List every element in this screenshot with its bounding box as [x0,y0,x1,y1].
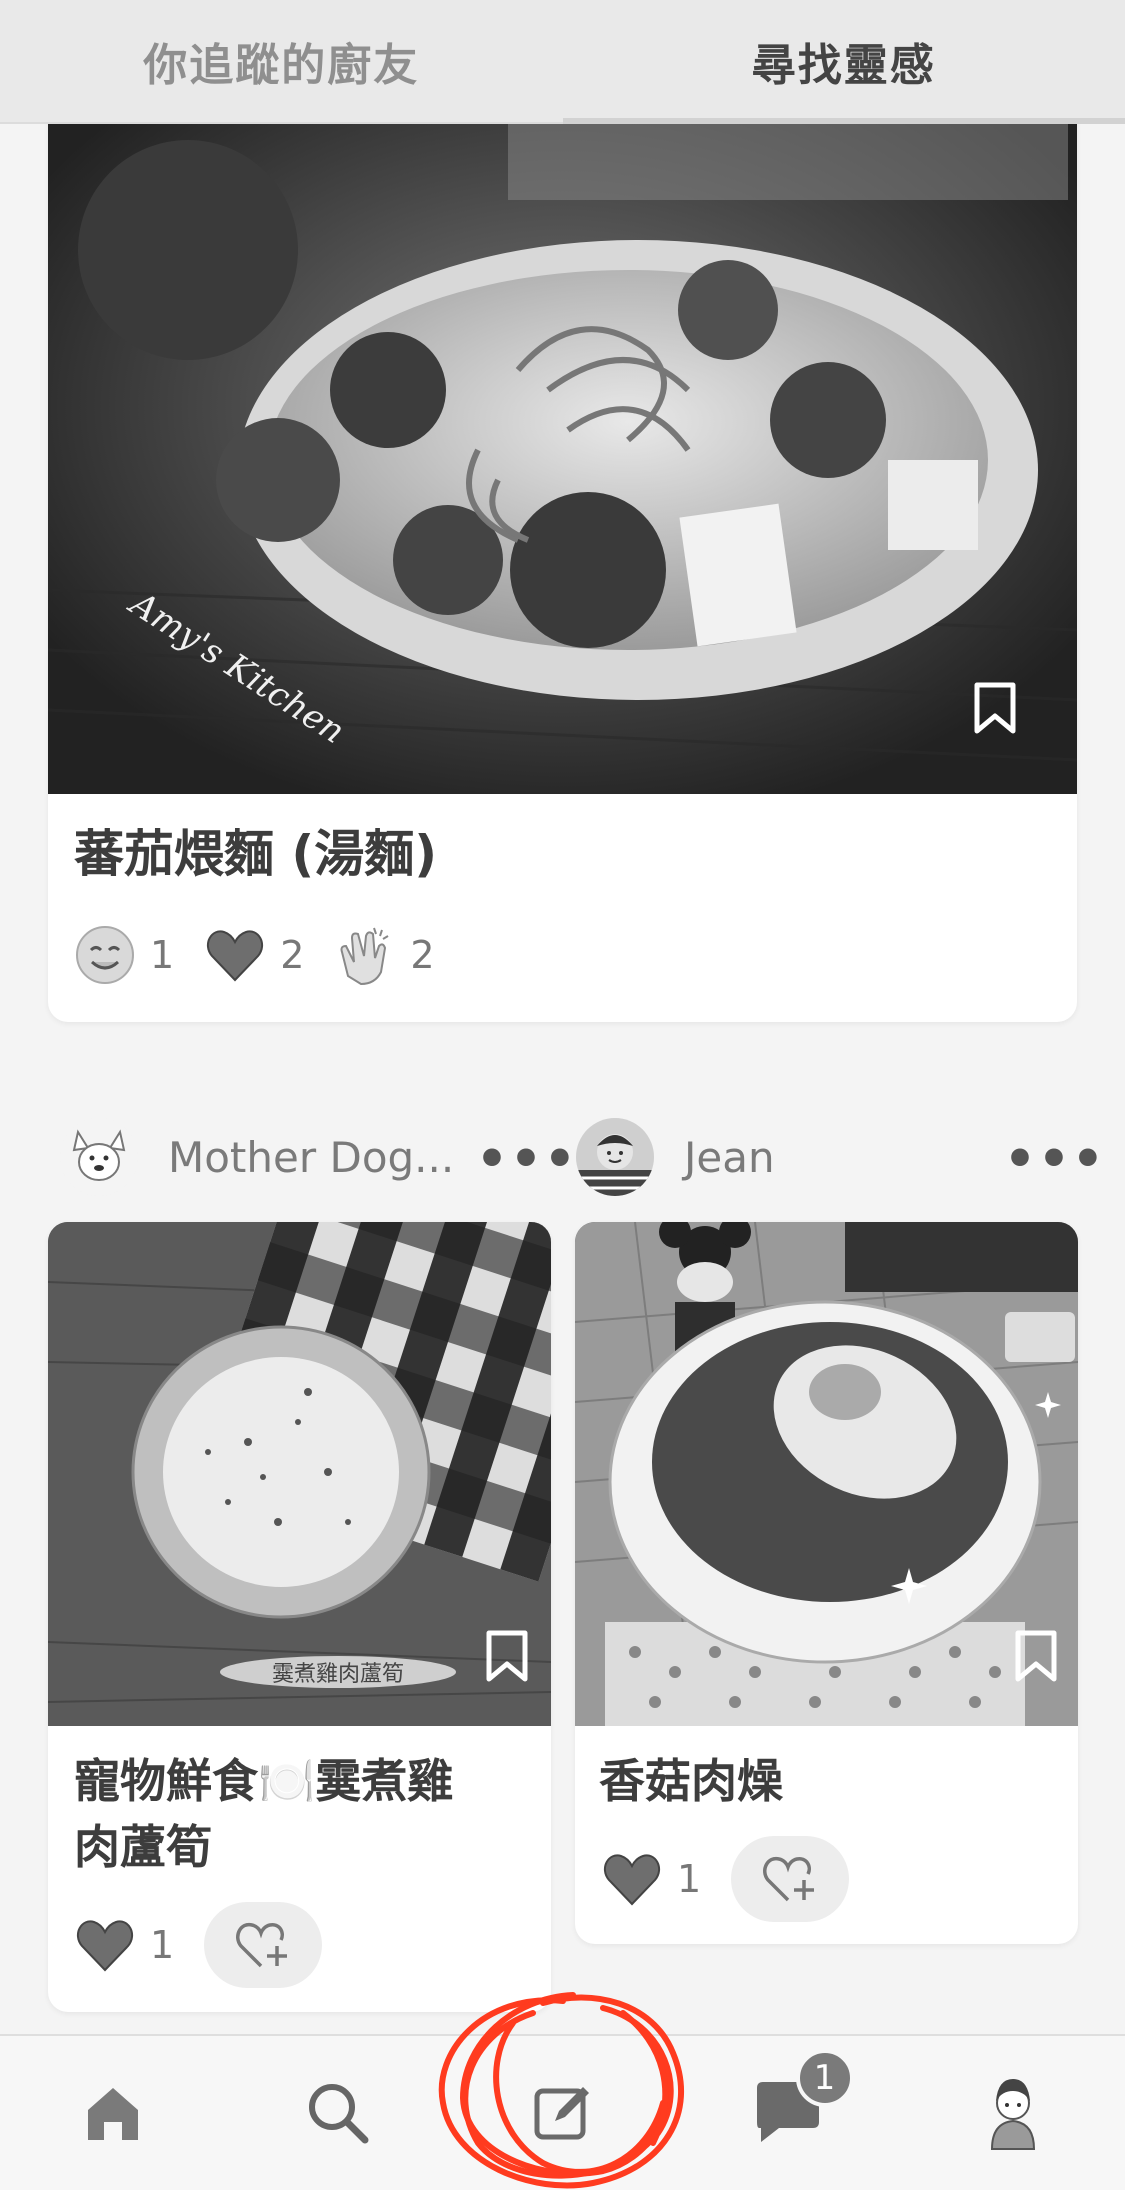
recipe-title[interactable]: 香菇肉燥 [599,1748,783,1814]
photo-caption: 霙煮雞肉蘆筍 [272,1662,404,1687]
bottom-navigation: 1 [0,1992,1125,2190]
chicken-rice-image: 霙煮雞肉蘆筍 [48,1222,551,1726]
pork-rice-bowl-image [575,1222,1078,1726]
nav-home[interactable] [53,2053,173,2173]
reaction-count: 2 [280,933,305,977]
add-reaction-button[interactable] [204,1902,323,1988]
recipe-photo[interactable] [575,1222,1078,1726]
heart-plus-icon [763,1856,815,1902]
reaction-count: 1 [150,1923,175,1967]
reaction-bar: 1 [601,1836,850,1922]
recipe-photo[interactable]: Amy's Kitchen [48,90,1077,794]
reaction-heart[interactable]: 1 [74,1914,174,1976]
author-name[interactable]: Jean [684,1133,775,1182]
author-name[interactable]: Mother Dog... [168,1133,454,1182]
bookmark-icon[interactable] [974,682,1016,734]
recipe-title[interactable]: 蕃茄煨麵 (湯麵) [74,820,437,888]
tab-following[interactable]: 你追蹤的廚友 [0,0,563,122]
compose-icon [534,2087,589,2140]
recipe-card-main[interactable]: Amy's Kitchen 蕃茄煨麵 (湯麵) 1 2 2 [48,90,1077,1022]
reaction-bar: 1 [74,1902,323,1988]
recipe-card[interactable]: 霙煮雞肉蘆筍 寵物鮮食🍽️霙煮雞 肉蘆筍 1 [48,1222,551,2012]
tab-discover[interactable]: 尋找靈感 [562,0,1125,124]
reaction-heart[interactable]: 1 [601,1848,701,1910]
heart-icon [603,1854,661,1906]
dog-avatar-icon [60,1118,138,1196]
home-icon [87,2088,138,2140]
bookmark-icon[interactable] [1015,1630,1057,1682]
post-author[interactable]: Jean [576,1118,775,1196]
reaction-count: 1 [677,1857,702,1901]
nav-compose[interactable] [438,1992,684,2189]
more-options-icon[interactable]: ••• [476,1130,578,1188]
bookmark-icon[interactable] [486,1630,528,1682]
recipe-photo[interactable]: 霙煮雞肉蘆筍 [48,1222,551,1726]
recipe-title[interactable]: 寵物鮮食🍽️霙煮雞 肉蘆筍 [74,1748,453,1880]
recipe-title-line: 寵物鮮食🍽️霙煮雞 [74,1754,454,1808]
profile-icon [990,2079,1035,2150]
search-icon [308,2084,368,2144]
heart-icon [207,930,264,982]
yum-face-icon [76,926,134,984]
reaction-clap[interactable]: 2 [334,924,435,986]
post-author[interactable]: Mother Dog... [60,1118,454,1196]
recipe-card[interactable]: 香菇肉燥 1 [575,1222,1078,1944]
more-options-icon[interactable]: ••• [1004,1130,1106,1188]
reaction-count: 2 [410,933,435,977]
recipe-title-line: 肉蘆筍 [74,1820,212,1874]
avatar[interactable] [576,1118,654,1196]
nav-profile[interactable] [953,2053,1073,2173]
child-avatar-icon [576,1118,654,1196]
reaction-bar: 1 2 2 [74,924,465,986]
nav-search[interactable] [278,2053,398,2173]
heart-plus-icon [236,1922,288,1968]
nav-messages[interactable]: 1 [728,2049,854,2173]
clap-icon [340,927,389,986]
reaction-count: 1 [150,933,175,977]
noodle-bowl-image: Amy's Kitchen [48,90,1077,794]
add-reaction-button[interactable] [731,1836,850,1922]
top-tabs: 你追蹤的廚友 尋找靈感 [0,0,1125,124]
heart-icon [76,1920,134,1972]
reaction-heart[interactable]: 2 [204,924,304,986]
reaction-yum[interactable]: 1 [74,924,174,986]
unread-badge: 1 [795,2049,854,2107]
avatar[interactable] [60,1118,138,1196]
